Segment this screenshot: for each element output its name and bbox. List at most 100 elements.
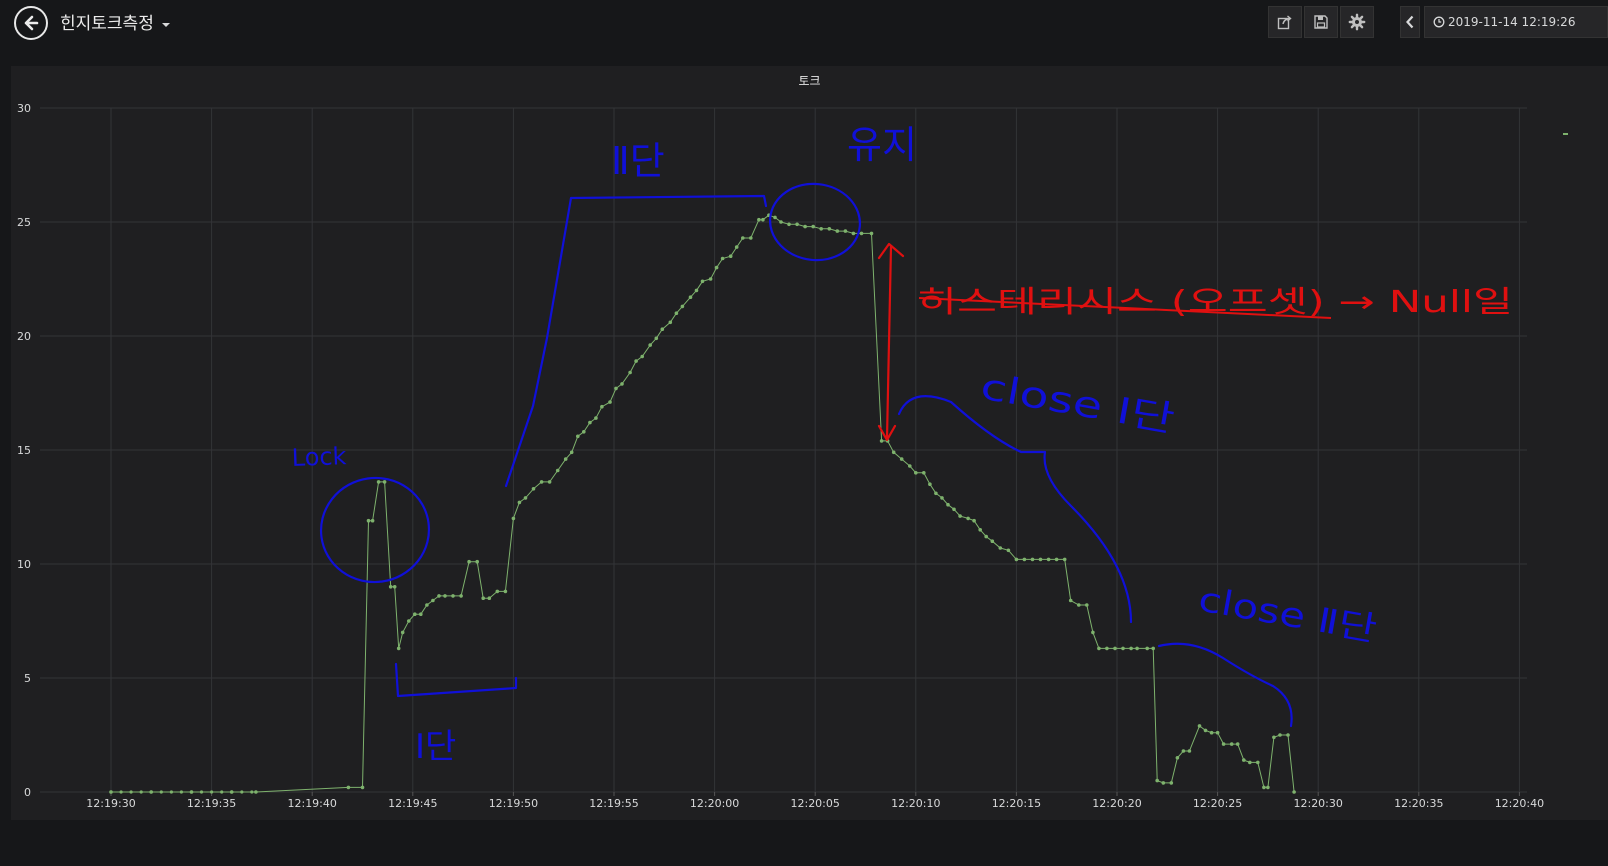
x-tick-label: 12:19:35 [187, 797, 236, 810]
data-point [360, 785, 365, 790]
data-point [437, 594, 441, 598]
data-point [1062, 557, 1067, 562]
data-point [1022, 557, 1027, 562]
data-point [972, 518, 976, 523]
data-point [660, 327, 665, 332]
annotation-strokes [319, 182, 1293, 728]
data-point [475, 559, 480, 564]
data-point [1272, 735, 1276, 740]
data-point [139, 790, 143, 794]
data-point [1169, 781, 1174, 785]
data-point [1248, 760, 1252, 765]
data-point [467, 559, 471, 564]
chevron-left-icon [1406, 15, 1414, 29]
x-tick-label: 12:19:40 [287, 797, 336, 810]
data-point [811, 224, 815, 229]
data-point [761, 217, 765, 222]
lock-circle [319, 476, 431, 584]
torque-chart: 051015202530 12:19:30 12:19:35 12:19:40 12:… [17, 102, 1568, 810]
data-point [495, 589, 500, 594]
data-point [1266, 785, 1270, 790]
share-button[interactable] [1268, 6, 1302, 38]
data-point [694, 288, 699, 293]
settings-button[interactable] [1340, 6, 1374, 38]
data-point [714, 265, 719, 270]
data-point [1014, 557, 1019, 562]
data-point [940, 496, 944, 500]
data-point [934, 491, 938, 496]
y-tick-label: 25 [17, 216, 31, 229]
data-point [757, 217, 761, 222]
data-point [588, 420, 592, 425]
data-point [668, 320, 673, 325]
time-back-button[interactable] [1400, 6, 1420, 38]
data-point [749, 236, 753, 240]
dashboard-title: 힌지토크측정 [60, 14, 154, 34]
back-button[interactable] [14, 6, 48, 40]
data-point [952, 507, 956, 512]
data-point [640, 354, 644, 359]
data-point [628, 370, 632, 375]
x-tick-label: 12:19:30 [86, 797, 135, 810]
data-point [1145, 646, 1149, 651]
data-point [984, 534, 988, 539]
annotation-close-stage-1: close Ⅰ단 [977, 366, 1177, 440]
dashboard-title-dropdown[interactable]: 힌지토크측정 [60, 9, 170, 34]
data-point [1054, 557, 1059, 562]
data-point [1221, 742, 1226, 746]
data-point [346, 785, 351, 790]
x-tick-label: 12:20:15 [992, 797, 1041, 810]
data-point [620, 382, 624, 386]
data-point [555, 468, 560, 473]
data-point [179, 790, 183, 794]
data-point [569, 450, 574, 455]
x-tick-label: 12:20:20 [1092, 797, 1141, 810]
x-tick-label: 12:20:10 [891, 797, 940, 810]
data-point [1197, 724, 1202, 728]
x-tick-label: 12:20:30 [1293, 797, 1342, 810]
caret-down-icon [161, 22, 170, 27]
x-axis: 12:19:30 12:19:35 12:19:40 12:19:45 12:19:50… [86, 792, 1544, 810]
data-point [700, 279, 705, 284]
data-point [400, 630, 405, 635]
data-point [795, 222, 799, 227]
data-point [654, 336, 659, 341]
data-point [680, 304, 685, 309]
data-point [1175, 756, 1180, 760]
y-tick-label: 0 [24, 786, 31, 799]
data-point [899, 457, 904, 461]
data-point [1151, 646, 1155, 651]
data-point [1129, 646, 1133, 651]
data-point [1077, 603, 1081, 607]
data-point [1121, 646, 1125, 651]
close-stage-2-curve [1157, 642, 1293, 728]
data-point [1113, 646, 1117, 651]
data-point [392, 585, 397, 589]
data-point [149, 790, 153, 794]
data-point [159, 790, 163, 794]
x-tick-label: 12:20:25 [1193, 797, 1242, 810]
data-point [835, 229, 840, 233]
data-point [1209, 730, 1214, 735]
save-button[interactable] [1304, 6, 1338, 38]
data-point [803, 224, 807, 229]
data-point [1292, 790, 1296, 794]
data-point [922, 471, 926, 475]
data-point [1286, 733, 1290, 737]
data-point [879, 439, 884, 443]
data-point [388, 585, 393, 589]
data-point [843, 229, 848, 233]
annotation-lock: Lock [291, 442, 347, 472]
data-point [254, 790, 258, 794]
time-range-picker[interactable]: 2019-11-14 12:19:26 [1424, 6, 1608, 38]
data-point [443, 594, 447, 598]
data-point [376, 480, 381, 484]
data-point [891, 450, 896, 455]
data-point [1203, 728, 1208, 733]
x-tick-label: 12:19:50 [489, 797, 538, 810]
annotation-labels: Lock Ⅰ단 Ⅱ단 유지 히스테리시스 (오프셋) → Null일 close… [291, 123, 1513, 767]
data-point [1046, 557, 1051, 562]
data-point [547, 480, 552, 484]
panel-title[interactable]: 토크 [11, 72, 1608, 89]
save-icon [1314, 15, 1328, 29]
